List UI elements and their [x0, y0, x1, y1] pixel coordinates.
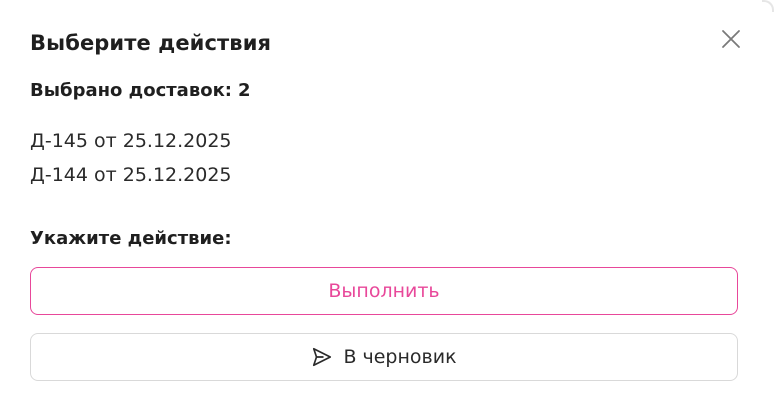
action-dialog: Выберите действия Выбрано доставок: 2 Д-…: [0, 0, 774, 405]
draft-button-label: В черновик: [343, 346, 457, 368]
close-icon: [722, 30, 740, 48]
close-button[interactable]: [719, 27, 743, 51]
execute-button-label: Выполнить: [328, 280, 440, 302]
selected-count-label: Выбрано доставок:: [30, 80, 232, 101]
dialog-corner: [762, 0, 774, 12]
deliveries-list: Д-145 от 25.12.2025 Д-144 от 25.12.2025: [30, 124, 232, 192]
execute-button[interactable]: Выполнить: [30, 267, 738, 315]
selected-deliveries-count: Выбрано доставок: 2: [30, 80, 251, 101]
send-icon: [311, 346, 333, 368]
delivery-item: Д-145 от 25.12.2025: [30, 130, 232, 152]
delivery-item: Д-144 от 25.12.2025: [30, 164, 232, 186]
dialog-title: Выберите действия: [30, 31, 272, 55]
move-to-draft-button[interactable]: В черновик: [30, 333, 738, 381]
action-label: Укажите действие:: [30, 228, 232, 249]
selected-count-value: 2: [238, 80, 251, 101]
